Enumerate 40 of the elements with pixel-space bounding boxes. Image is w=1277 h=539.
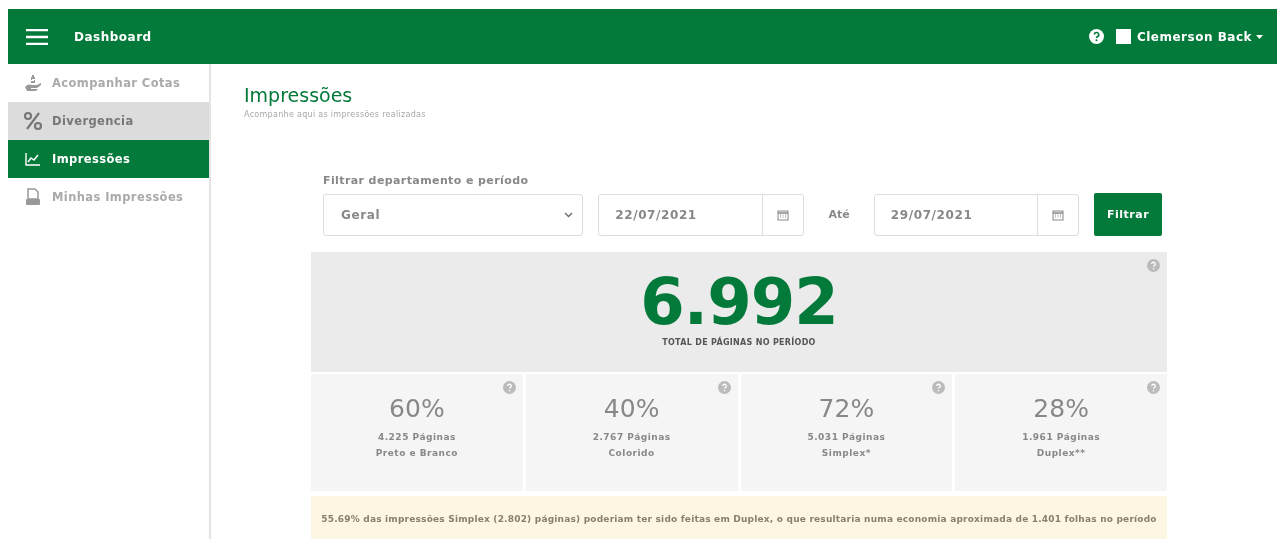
date-field[interactable]: 29/07/2021 bbox=[873, 193, 1080, 236]
stat-label: Simplex* bbox=[821, 447, 871, 460]
filter-button[interactable]: Filtrar bbox=[1094, 193, 1162, 236]
page-title: Impressões bbox=[244, 84, 354, 106]
stat-percent: 40% bbox=[603, 394, 660, 423]
filter-label: Filtrar departamento e período bbox=[323, 174, 530, 187]
stat-pages: 1.961 Páginas bbox=[1022, 431, 1101, 444]
total-caption: TOTAL DE PÁGINAS NO PERÍODO bbox=[662, 338, 816, 347]
stat-label: Preto e Branco bbox=[375, 447, 458, 460]
printer-icon bbox=[24, 188, 42, 206]
calendar-icon[interactable] bbox=[1052, 208, 1065, 221]
help-icon[interactable] bbox=[1088, 29, 1104, 44]
menu-icon[interactable] bbox=[26, 28, 48, 45]
stat-percent: 72% bbox=[818, 394, 875, 423]
until-label: Até bbox=[828, 208, 850, 221]
stat-label: Colorido bbox=[608, 447, 655, 460]
caret-icon[interactable] bbox=[1256, 34, 1263, 39]
line-chart-icon bbox=[25, 152, 41, 166]
stat-pages: 2.767 Páginas bbox=[592, 431, 671, 444]
app-title[interactable]: Dashboard bbox=[74, 29, 152, 44]
user-menu[interactable]: Clemerson Back bbox=[1136, 29, 1263, 44]
money-hand-icon bbox=[24, 74, 42, 92]
total-value: 6.992 bbox=[640, 270, 838, 334]
savings-notice: 55.69% das impressões Simplex (2.802) páginas) poderiam ter sido feitas em Duplex, o que resultaria numa economia aproximada de 1.401 folhas no período bbox=[311, 496, 1167, 539]
chevron-icon[interactable] bbox=[564, 211, 574, 218]
sidebar-item[interactable]: Minhas Impressões bbox=[8, 178, 209, 216]
date-field[interactable]: 22/07/2021 bbox=[598, 193, 804, 236]
stat-label: Duplex** bbox=[1036, 447, 1086, 460]
sidebar-item[interactable]: Acompanhar Cotas bbox=[8, 64, 209, 102]
sidebar-item[interactable]: Impressões bbox=[8, 140, 209, 178]
percent-icon bbox=[23, 111, 43, 131]
stat-pages: 4.225 Páginas bbox=[377, 431, 456, 444]
sidebar-item[interactable]: Divergencia bbox=[8, 102, 209, 140]
stat-percent: 60% bbox=[389, 394, 445, 423]
stat-percent: 28% bbox=[1033, 394, 1089, 423]
page-subtitle: Acompanhe aqui as impressões realizadas bbox=[244, 110, 427, 119]
stat-pages: 5.031 Páginas bbox=[807, 431, 886, 444]
avatar-placeholder bbox=[1115, 29, 1131, 44]
calendar-icon[interactable] bbox=[776, 208, 789, 221]
department-select[interactable]: Geral bbox=[323, 193, 584, 236]
